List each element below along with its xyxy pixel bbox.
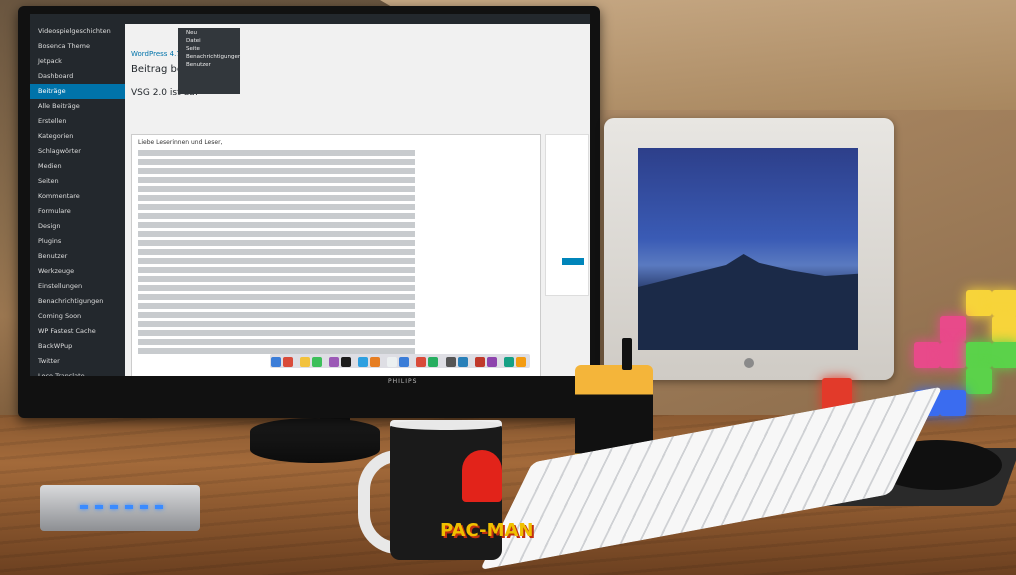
apple-monitor [604, 118, 894, 380]
sidebar-item: BackWPup [38, 342, 73, 350]
wp-admin-bar [30, 14, 590, 24]
dropdown-item: Seite [186, 46, 200, 52]
apple-monitor-screen [638, 148, 858, 350]
sidebar-item: Werkzeuge [38, 267, 75, 275]
publish-button [562, 258, 584, 265]
sidebar-item: Benachrichtigungen [38, 297, 104, 305]
monitor-screen: Videospielgeschichten Bosenca Theme Jetpa… [30, 14, 590, 376]
router [40, 485, 200, 531]
mug-logo: PAC-MAN [440, 520, 534, 541]
philips-monitor: Videospielgeschichten Bosenca Theme Jetpa… [18, 6, 600, 418]
dropdown-item: Benutzer [186, 62, 211, 68]
update-notice: WordPress 4.7 [131, 50, 181, 58]
mac-dock [270, 354, 530, 368]
sidebar-item: Formulare [38, 207, 71, 215]
publish-panel [545, 134, 589, 296]
sidebar-item: Plugins [38, 237, 62, 245]
sidebar-item: Alle Beiträge [38, 102, 80, 110]
sidebar-item: Benutzer [38, 252, 68, 260]
code-editor: Liebe Leserinnen und Leser, [131, 134, 541, 376]
sidebar-item: Loco Translate [38, 372, 85, 376]
sidebar-item: Dashboard [38, 72, 74, 80]
sidebar-item: WP Fastest Cache [38, 327, 96, 335]
sidebar-item: Medien [38, 162, 62, 170]
pen [622, 338, 632, 370]
sidebar-item: Seiten [38, 177, 59, 185]
sidebar-item: Schlagwörter [38, 147, 81, 155]
sidebar-item: Einstellungen [38, 282, 83, 290]
sidebar-item: Design [38, 222, 61, 230]
sidebar-item: Kommentare [38, 192, 80, 200]
half-dome-wallpaper [638, 254, 858, 350]
editor-first-line: Liebe Leserinnen und Leser, [138, 139, 223, 146]
dropdown-item: Neu [186, 30, 197, 36]
sidebar-item: Coming Soon [38, 312, 82, 320]
dropdown-item: Datei [186, 38, 201, 44]
monitor-stand [250, 418, 380, 463]
sidebar-item: Kategorien [38, 132, 74, 140]
ghost-icon [462, 450, 502, 502]
wp-sidebar: Videospielgeschichten Bosenca Theme Jetpa… [30, 24, 125, 376]
desk-photo: Videospielgeschichten Bosenca Theme Jetpa… [0, 0, 1016, 575]
sidebar-item: Erstellen [38, 117, 67, 125]
sidebar-site-title: Videospielgeschichten [38, 27, 111, 35]
apple-logo-icon [744, 358, 754, 368]
sidebar-item: Beiträge [30, 84, 125, 99]
new-dropdown: Neu Datei Seite Benachrichtigungen Benutzer [178, 28, 242, 94]
monitor-brand: PHILIPS [388, 378, 418, 385]
sidebar-item: Twitter [38, 357, 60, 365]
sidebar-item: Jetpack [38, 57, 62, 65]
dropdown-item: Benachrichtigungen [186, 54, 242, 60]
sidebar-item: Bosenca Theme [38, 42, 90, 50]
